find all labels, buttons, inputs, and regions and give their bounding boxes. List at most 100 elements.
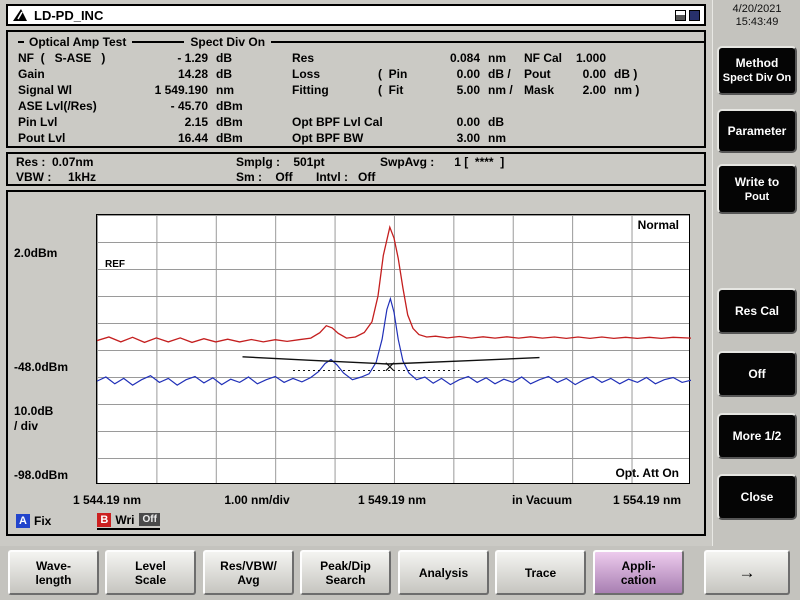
param-label bbox=[524, 98, 570, 114]
param-value: 2.00 bbox=[570, 82, 606, 98]
param-unit: dBm bbox=[208, 114, 292, 130]
param-sublabel: ( Pin bbox=[378, 66, 436, 82]
param-unit: nm / bbox=[480, 82, 524, 98]
param-label: NF Cal bbox=[524, 50, 570, 66]
param-row: Pout Lvl 16.44 dBm Opt BPF BW 3.00 nm bbox=[18, 130, 704, 146]
fkey-label: Peak/Dip bbox=[320, 559, 371, 573]
param-unit: nm bbox=[480, 130, 524, 146]
softkey-parameter[interactable]: Parameter bbox=[717, 109, 797, 153]
y-axis-ref-label: 2.0dBm bbox=[14, 246, 57, 260]
trace-svg bbox=[97, 215, 691, 485]
param-row: Gain 14.28 dB Loss ( Pin 0.00 dB / Pout … bbox=[18, 66, 704, 82]
param-header: Optical Amp Test Spect Div On bbox=[18, 34, 704, 50]
softkey-sublabel: Spect Div On bbox=[723, 71, 791, 85]
param-unit: dB / bbox=[480, 66, 524, 82]
arrow-right-icon: → bbox=[739, 563, 756, 583]
softkey-label: Close bbox=[741, 490, 774, 505]
fkey-label: Analysis bbox=[419, 566, 468, 580]
interval-setting: Intvl : Off bbox=[316, 170, 375, 184]
param-unit: nm bbox=[208, 82, 292, 98]
param-unit: dB bbox=[208, 50, 292, 66]
param-value: - 45.70 bbox=[148, 98, 208, 114]
sweep-line-1: Res : 0.07nm Smplg : 501pt SwpAvg : 1 [ … bbox=[8, 154, 704, 169]
y-axis-mid-label: -48.0dBm bbox=[14, 360, 68, 374]
fkey-application[interactable]: Appli- cation bbox=[593, 550, 684, 595]
fkey-level-scale[interactable]: Level Scale bbox=[105, 550, 196, 595]
param-label bbox=[292, 98, 378, 114]
param-label: Loss bbox=[292, 66, 378, 82]
softkey-off[interactable]: Off bbox=[717, 351, 797, 397]
param-value bbox=[570, 114, 606, 130]
window-title: LD-PD_INC bbox=[34, 8, 672, 23]
softkey-label: Parameter bbox=[728, 124, 787, 139]
param-label: Fitting bbox=[292, 82, 378, 98]
x-axis-div-label: 1.00 nm/div bbox=[224, 493, 289, 507]
param-value: 14.28 bbox=[148, 66, 208, 82]
param-unit: nm ) bbox=[606, 82, 639, 98]
trace-b-state: Off bbox=[139, 513, 159, 526]
sweep-avg-setting: SwpAvg : 1 [ **** ] bbox=[380, 155, 504, 169]
softkey-close[interactable]: Close bbox=[717, 474, 797, 520]
res-setting: Res : 0.07nm bbox=[16, 155, 93, 169]
trace-b-group[interactable]: B Wri Off bbox=[97, 513, 160, 530]
fkey-analysis[interactable]: Analysis bbox=[398, 550, 489, 595]
softkey-label: Write to bbox=[735, 175, 779, 190]
param-value: 1.000 bbox=[570, 50, 606, 66]
softkey-res-cal[interactable]: Res Cal bbox=[717, 288, 797, 334]
vbw-setting: VBW : 1kHz bbox=[16, 170, 96, 184]
param-value: 0.00 bbox=[570, 66, 606, 82]
sweep-mode-label: Normal bbox=[638, 218, 679, 232]
param-value bbox=[570, 130, 606, 146]
trace-a-mode: Fix bbox=[34, 514, 51, 528]
param-sublabel bbox=[378, 98, 436, 114]
fkey-label: Scale bbox=[135, 573, 166, 587]
function-key-bar: Wave- length Level Scale Res/VBW/ Avg Pe… bbox=[0, 546, 800, 600]
legend-line bbox=[132, 41, 184, 43]
sweep-settings-bar: Res : 0.07nm Smplg : 501pt SwpAvg : 1 [ … bbox=[6, 152, 706, 186]
fkey-label: Avg bbox=[237, 573, 259, 587]
param-row: Signal Wl 1 549.190 nm Fitting ( Fit 5.0… bbox=[18, 82, 704, 98]
fkey-res-vbw-avg[interactable]: Res/VBW/ Avg bbox=[203, 550, 294, 595]
minimize-icon[interactable] bbox=[675, 10, 686, 21]
clock: 4/20/2021 15:43:49 bbox=[713, 3, 800, 29]
titlebar: LD-PD_INC bbox=[6, 4, 706, 26]
trace-b-line bbox=[97, 299, 691, 385]
trace-a-badge[interactable]: A bbox=[16, 514, 30, 528]
param-sublabel bbox=[378, 130, 436, 146]
fkey-label: Level bbox=[135, 559, 166, 573]
y-axis-bottom-label: -98.0dBm bbox=[14, 468, 68, 482]
softkey-write-to-pout[interactable]: Write to Pout bbox=[717, 164, 797, 214]
sampling-setting: Smplg : 501pt bbox=[236, 155, 325, 169]
param-value: 0.084 bbox=[436, 50, 480, 66]
legend-line bbox=[18, 41, 24, 43]
fkey-next-menu[interactable]: → bbox=[704, 550, 790, 595]
param-label: Pout Lvl bbox=[18, 130, 148, 146]
softkey-label: Off bbox=[748, 367, 765, 382]
param-label: Opt BPF Lvl Cal bbox=[292, 114, 378, 130]
fkey-trace[interactable]: Trace bbox=[495, 550, 586, 595]
y-axis-scale-label: 10.0dB bbox=[14, 404, 53, 418]
y-axis-scale-label-2: / div bbox=[14, 419, 38, 433]
legend-line bbox=[271, 41, 704, 43]
param-unit bbox=[606, 114, 614, 130]
param-unit: dBm bbox=[208, 130, 292, 146]
param-label: Signal Wl bbox=[18, 82, 148, 98]
smoothing-setting: Sm : Off bbox=[236, 170, 293, 184]
softkey-method[interactable]: Method Spect Div On bbox=[717, 46, 797, 95]
fkey-peak-dip-search[interactable]: Peak/Dip Search bbox=[300, 550, 391, 595]
param-value bbox=[436, 98, 480, 114]
param-value: 2.15 bbox=[148, 114, 208, 130]
fkey-wavelength[interactable]: Wave- length bbox=[8, 550, 99, 595]
param-panel: Optical Amp Test Spect Div On NF ( S-ASE… bbox=[6, 30, 706, 148]
fkey-label: length bbox=[36, 573, 72, 587]
param-label: Opt BPF BW bbox=[292, 130, 378, 146]
param-unit bbox=[606, 50, 614, 66]
fkey-label: Wave- bbox=[36, 559, 71, 573]
softkey-more[interactable]: More 1/2 bbox=[717, 413, 797, 459]
maximize-icon[interactable] bbox=[689, 10, 700, 21]
param-label: Gain bbox=[18, 66, 148, 82]
param-label bbox=[524, 114, 570, 130]
param-unit: dB ) bbox=[606, 66, 637, 82]
param-row: Pin Lvl 2.15 dBm Opt BPF Lvl Cal 0.00 dB bbox=[18, 114, 704, 130]
param-unit: dBm bbox=[208, 98, 292, 114]
